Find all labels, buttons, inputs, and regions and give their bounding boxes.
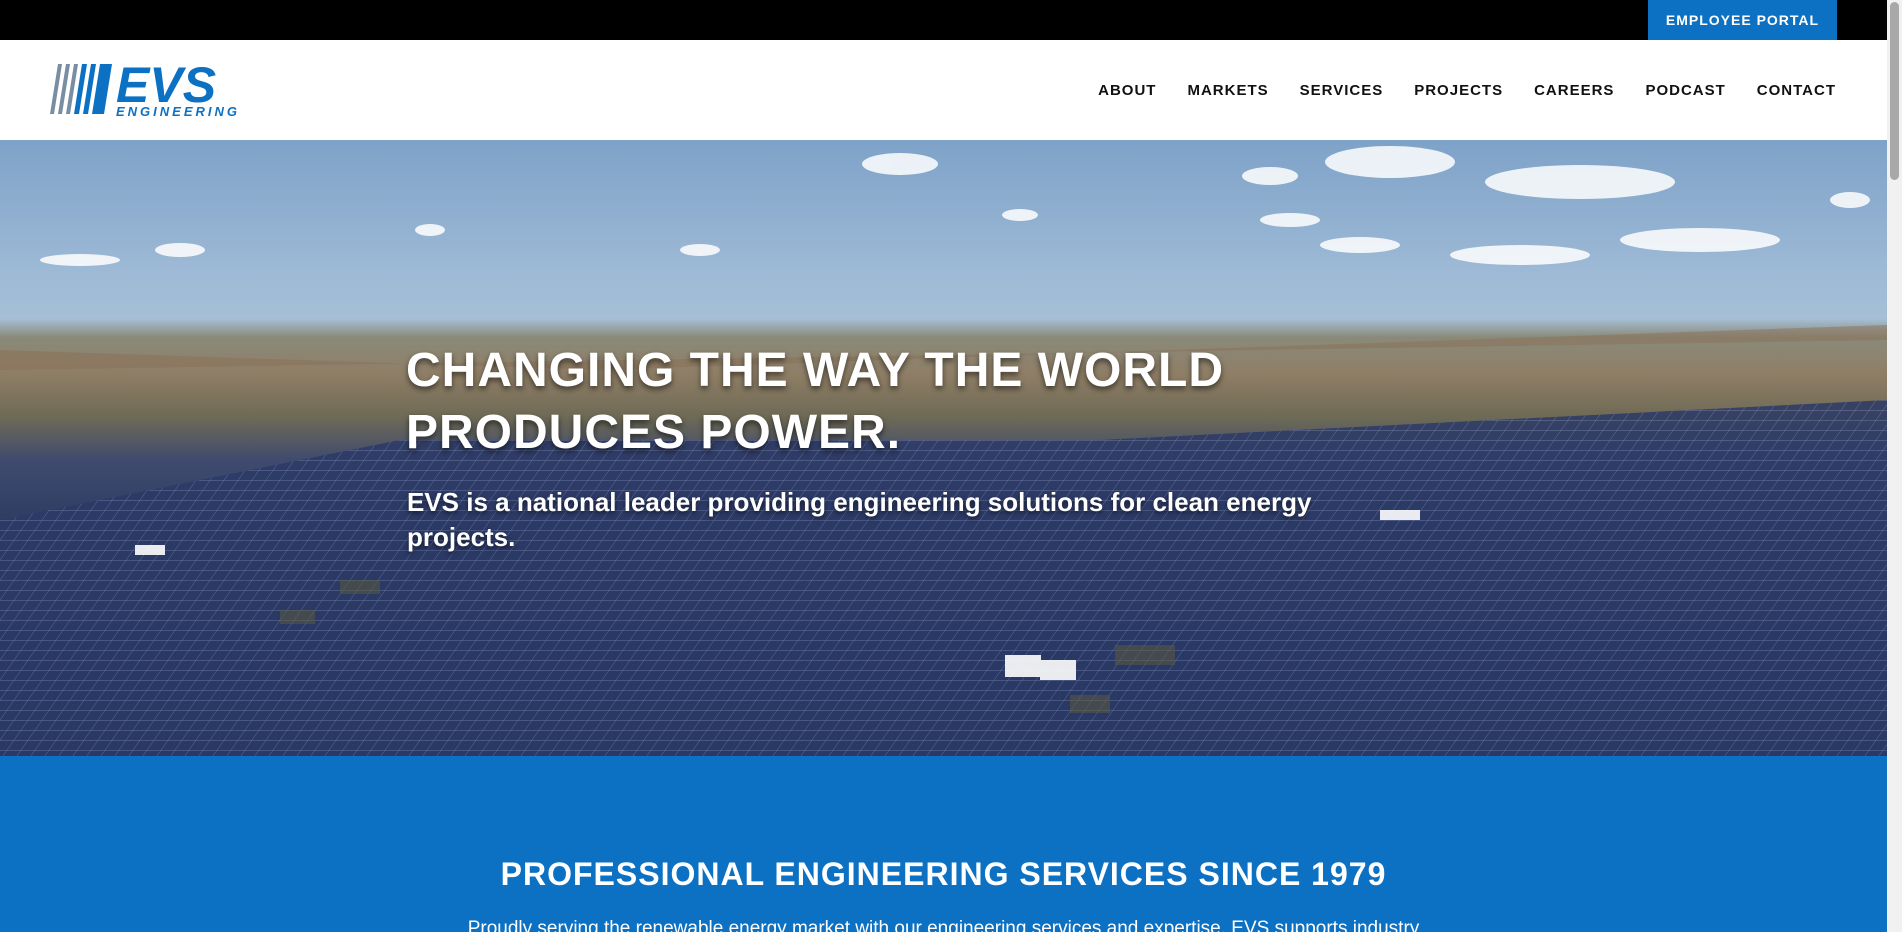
top-bar: EMPLOYEE PORTAL — [0, 0, 1887, 40]
nav-item-podcast[interactable]: PODCAST — [1645, 82, 1725, 99]
evs-logo[interactable]: EVS ENGINEERING — [50, 62, 252, 118]
evs-logo-mark: EVS ENGINEERING — [50, 62, 240, 118]
page-scrollbar[interactable] — [1887, 0, 1902, 932]
services-heading: PROFESSIONAL ENGINEERING SERVICES SINCE … — [500, 856, 1387, 892]
services-intro-text: Proudly serving the renewable energy mar… — [467, 918, 1420, 939]
nav-item-about[interactable]: ABOUT — [1098, 82, 1156, 99]
scrollbar-thumb[interactable] — [1890, 2, 1899, 180]
hero-title: CHANGING THE WAY THE WORLD PRODUCES POWE… — [406, 344, 1225, 459]
nav-item-services[interactable]: SERVICES — [1300, 82, 1384, 99]
site-header: EVS ENGINEERING ABOUT MARKETS SERVICES P… — [0, 40, 1887, 140]
svg-text:ENGINEERING: ENGINEERING — [116, 104, 240, 118]
employee-portal-button[interactable]: EMPLOYEE PORTAL — [1648, 0, 1837, 40]
main-nav: ABOUT MARKETS SERVICES PROJECTS CAREERS … — [1067, 40, 1836, 140]
hero-banner: CHANGING THE WAY THE WORLD PRODUCES POWE… — [0, 140, 1887, 756]
nav-item-projects[interactable]: PROJECTS — [1414, 82, 1503, 99]
nav-item-markets[interactable]: MARKETS — [1187, 82, 1268, 99]
services-intro-band: PROFESSIONAL ENGINEERING SERVICES SINCE … — [0, 756, 1887, 939]
nav-item-contact[interactable]: CONTACT — [1757, 82, 1836, 99]
nav-item-careers[interactable]: CAREERS — [1534, 82, 1614, 99]
hero-subtitle: EVS is a national leader providing engin… — [407, 487, 1312, 552]
